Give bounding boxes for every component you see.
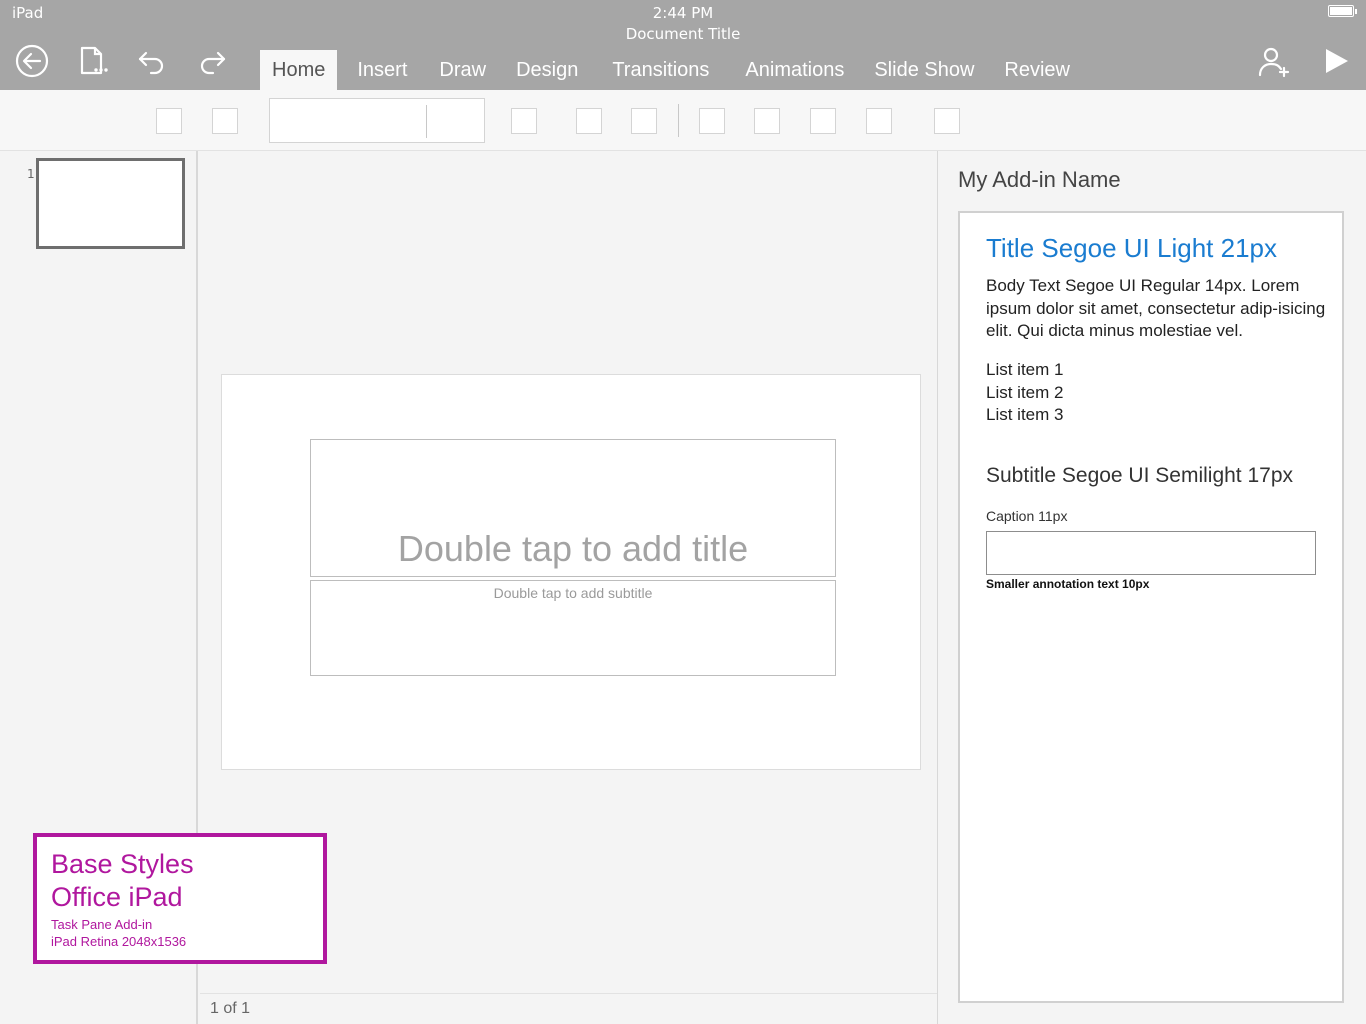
ribbon-button[interactable] — [511, 108, 537, 134]
ribbon-button[interactable] — [212, 108, 238, 134]
label-subtitle-line1: Task Pane Add-in — [51, 917, 153, 932]
top-bar: iPad 2:44 PM Document Title Home Insert … — [0, 0, 1366, 90]
tab-transitions[interactable]: Transitions — [600, 50, 721, 90]
label-title-line2: Office iPad — [51, 882, 183, 912]
tab-home[interactable]: Home — [260, 50, 338, 90]
ribbon-button[interactable] — [866, 108, 892, 134]
add-in-name: My Add-in Name — [958, 167, 1121, 192]
ribbon-button[interactable] — [934, 108, 960, 134]
undo-icon[interactable] — [134, 43, 170, 79]
page-indicator: 1 of 1 — [210, 1000, 251, 1017]
combo-divider — [426, 105, 427, 138]
add-in-content: Title Segoe UI Light 21px Body Text Sego… — [958, 211, 1344, 1003]
list-item: List item 1 — [986, 360, 1064, 379]
text-input[interactable] — [986, 531, 1316, 575]
add-in-subtitle: Subtitle Segoe UI Semilight 17px — [986, 464, 1294, 487]
add-person-icon[interactable] — [1256, 43, 1292, 79]
redo-icon[interactable] — [194, 43, 230, 79]
font-combo-box[interactable] — [269, 98, 485, 143]
annotation-text: Smaller annotation text 10px — [986, 577, 1150, 591]
clock: 2:44 PM — [652, 4, 714, 22]
tab-slide-show[interactable]: Slide Show — [862, 50, 986, 90]
ribbon-tabs: Home Insert Draw Design Transitions Anim… — [260, 50, 1082, 90]
title-placeholder[interactable]: Double tap to add title — [310, 439, 836, 577]
ribbon-button[interactable] — [156, 108, 182, 134]
tab-draw[interactable]: Draw — [427, 50, 498, 90]
list-item: List item 2 — [986, 382, 1064, 402]
status-bar: 1 of 1 — [200, 993, 937, 1024]
subtitle-placeholder[interactable]: Double tap to add subtitle — [310, 580, 836, 676]
ribbon — [0, 90, 1366, 151]
slide[interactable]: Double tap to add title Double tap to ad… — [221, 374, 921, 770]
tab-review[interactable]: Review — [992, 50, 1082, 90]
battery-icon — [1328, 5, 1357, 17]
ribbon-button[interactable] — [631, 108, 657, 134]
task-pane: My Add-in Name Title Segoe UI Light 21px… — [937, 151, 1366, 1024]
list-item: List item 3 — [986, 405, 1064, 424]
ribbon-separator — [678, 104, 679, 137]
slide-thumbnail[interactable] — [36, 158, 185, 249]
template-label: Base Styles Office iPad Task Pane Add-in… — [33, 833, 327, 964]
input-caption: Caption 11px — [986, 508, 1068, 524]
ribbon-button[interactable] — [810, 108, 836, 134]
file-menu-icon[interactable] — [75, 43, 111, 79]
slide-number: 1 — [27, 167, 35, 181]
label-subtitle-line2: iPad Retina 2048x1536 — [51, 934, 187, 949]
document-title[interactable]: Document Title — [0, 25, 1366, 43]
back-arrow-circle-icon[interactable] — [14, 43, 50, 79]
add-in-list: List item 1 List item 2 List item 3 — [986, 359, 1063, 427]
ribbon-button[interactable] — [699, 108, 725, 134]
play-icon[interactable] — [1318, 43, 1354, 79]
tab-insert[interactable]: Insert — [345, 50, 419, 90]
ribbon-button[interactable] — [754, 108, 780, 134]
add-in-title: Title Segoe UI Light 21px — [986, 233, 1277, 263]
label-title-line1: Base Styles — [51, 849, 194, 879]
ribbon-button[interactable] — [576, 108, 602, 134]
tab-design[interactable]: Design — [504, 50, 590, 90]
tab-animations[interactable]: Animations — [733, 50, 856, 90]
add-in-body-text: Body Text Segoe UI Regular 14px. Lorem i… — [986, 276, 1326, 340]
